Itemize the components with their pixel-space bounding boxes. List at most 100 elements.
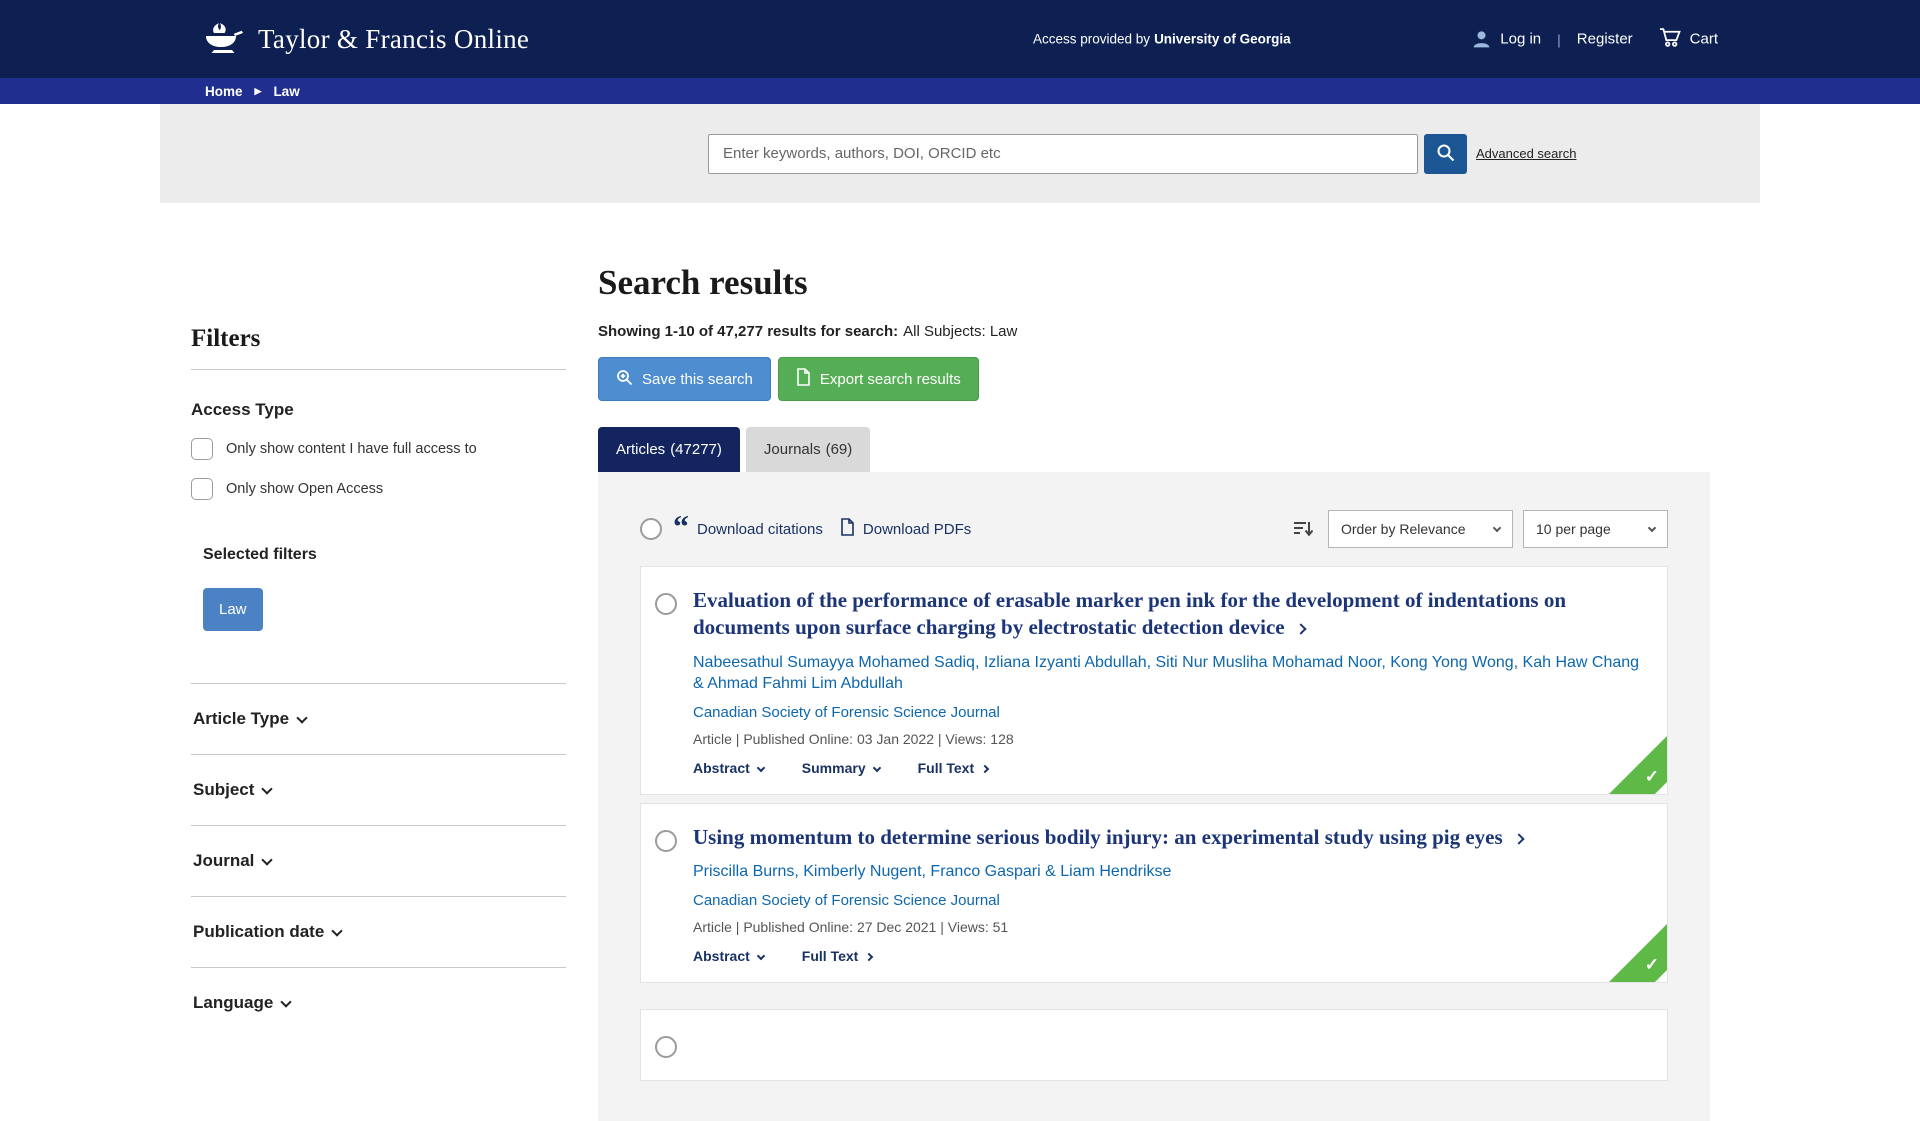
register-link[interactable]: Register: [1577, 31, 1633, 48]
chevron-down-icon: [281, 996, 292, 1007]
chevron-right-icon: [981, 765, 989, 773]
select-all-checkbox[interactable]: [640, 518, 662, 540]
filter-section-journal[interactable]: Journal: [191, 825, 566, 896]
full-text-link[interactable]: Full Text: [918, 760, 989, 776]
open-access-label: Only show Open Access: [226, 481, 383, 497]
tab-articles[interactable]: Articles (47277): [598, 427, 740, 472]
save-search-button[interactable]: Save this search: [598, 357, 771, 401]
cart-link[interactable]: Cart: [1690, 31, 1718, 48]
full-access-checkbox[interactable]: [191, 438, 213, 460]
search-band: Advanced search: [160, 104, 1760, 203]
result-meta: Article | Published Online: 27 Dec 2021 …: [693, 919, 1643, 935]
filters-title: Filters: [191, 325, 566, 353]
results-summary-count: Showing 1-10 of 47,277 results for searc…: [598, 323, 898, 340]
results-toolbar: “ Download citations Download PDFs: [640, 510, 1668, 548]
chevron-down-icon: [332, 925, 343, 936]
result-checkbox[interactable]: [655, 593, 677, 615]
full-access-label: Only show content I have full access to: [226, 441, 477, 457]
download-citations-link[interactable]: “ Download citations: [673, 521, 823, 538]
filter-full-access-option[interactable]: Only show content I have full access to: [191, 438, 566, 460]
search-icon: [1436, 143, 1455, 165]
result-checkbox[interactable]: [655, 830, 677, 852]
result-authors[interactable]: Priscilla Burns, Kimberly Nugent, Franco…: [693, 861, 1643, 883]
abstract-link[interactable]: Abstract: [693, 948, 764, 964]
abstract-link[interactable]: Abstract: [693, 760, 764, 776]
tab-journals[interactable]: Journals (69): [746, 427, 870, 472]
account-divider: |: [1557, 31, 1561, 47]
chevron-right-icon: [1295, 624, 1306, 635]
result-title-link[interactable]: Using momentum to determine serious bodi…: [693, 824, 1643, 851]
access-org: University of Georgia: [1154, 32, 1291, 47]
result-journal-link[interactable]: Canadian Society of Forensic Science Jou…: [693, 892, 1000, 909]
summary-link[interactable]: Summary: [802, 760, 880, 776]
top-header: Taylor & Francis Online Access provided …: [0, 0, 1920, 78]
advanced-search-link[interactable]: Advanced search: [1476, 146, 1576, 161]
check-icon: ✓: [1645, 767, 1659, 787]
tab-articles-count: (47277): [670, 441, 722, 458]
sort-icon[interactable]: [1293, 520, 1313, 538]
save-search-icon: [616, 369, 633, 390]
chevron-down-icon: [262, 854, 273, 865]
result-checkbox[interactable]: [655, 1036, 677, 1058]
result-authors[interactable]: Nabeesathul Sumayya Mohamed Sadiq, Izlia…: [693, 652, 1643, 695]
result-links: Abstract Summary Full Text: [693, 760, 1643, 776]
order-by-select[interactable]: Order by Relevance: [1328, 510, 1513, 548]
access-type-title: Access Type: [191, 400, 566, 420]
quote-icon: “: [673, 521, 689, 537]
chevron-down-icon: [872, 764, 880, 772]
chevron-down-icon: [1648, 523, 1656, 531]
login-link[interactable]: Log in: [1500, 31, 1541, 48]
result-links: Abstract Full Text: [693, 948, 1643, 964]
search-input[interactable]: [708, 134, 1418, 174]
result-card: Using momentum to determine serious bodi…: [640, 803, 1668, 983]
breadcrumb-current[interactable]: Law: [273, 84, 299, 99]
filter-open-access-option[interactable]: Only show Open Access: [191, 478, 566, 500]
results-tabs: Articles (47277) Journals (69): [598, 427, 1710, 472]
result-journal-link[interactable]: Canadian Society of Forensic Science Jou…: [693, 704, 1000, 721]
lamp-logo-icon: [200, 20, 246, 59]
results-summary: Showing 1-10 of 47,277 results for searc…: [598, 323, 1710, 340]
export-file-icon: [796, 368, 811, 390]
chevron-down-icon: [1493, 523, 1501, 531]
access-note: Access provided byUniversity of Georgia: [1033, 32, 1291, 47]
result-meta: Article | Published Online: 03 Jan 2022 …: [693, 731, 1643, 747]
chevron-down-icon: [757, 764, 765, 772]
breadcrumb: Home ▶ Law: [160, 78, 1760, 104]
pdf-icon: [840, 518, 855, 540]
cart-icon: [1659, 27, 1682, 52]
result-card: [640, 1009, 1668, 1081]
search-button[interactable]: [1424, 134, 1467, 174]
filters-divider: [191, 369, 566, 370]
open-access-checkbox[interactable]: [191, 478, 213, 500]
page-title: Search results: [598, 263, 1710, 303]
full-text-link[interactable]: Full Text: [802, 948, 873, 964]
person-icon: [1471, 29, 1492, 50]
result-card: Evaluation of the performance of erasabl…: [640, 566, 1668, 795]
download-pdfs-link[interactable]: Download PDFs: [840, 518, 971, 540]
export-results-button[interactable]: Export search results: [778, 357, 979, 401]
filter-section-subject[interactable]: Subject: [191, 754, 566, 825]
selected-filters-title: Selected filters: [191, 546, 566, 564]
results-main: Search results Showing 1-10 of 47,277 re…: [598, 203, 1710, 1121]
chevron-down-icon: [757, 951, 765, 959]
filter-section-language[interactable]: Language: [191, 967, 566, 1038]
chevron-right-icon: [1513, 833, 1524, 844]
results-panel: “ Download citations Download PDFs: [598, 472, 1710, 1121]
check-icon: ✓: [1645, 955, 1659, 975]
results-summary-query: All Subjects: Law: [903, 323, 1017, 340]
filter-section-article-type[interactable]: Article Type: [191, 683, 566, 754]
breadcrumb-bar: Home ▶ Law: [0, 78, 1920, 104]
result-title-link[interactable]: Evaluation of the performance of erasabl…: [693, 587, 1643, 642]
breadcrumb-arrow-icon: ▶: [255, 87, 262, 96]
selected-filter-chip-law[interactable]: Law: [203, 588, 263, 631]
account-links: Log in | Register Cart: [1471, 27, 1718, 52]
logo-text: Taylor & Francis Online: [258, 24, 529, 55]
filter-sections: Article Type Subject Journal Publication…: [191, 683, 566, 1038]
chevron-right-icon: [865, 952, 873, 960]
chevron-down-icon: [296, 712, 307, 723]
filters-sidebar: Filters Access Type Only show content I …: [191, 203, 566, 1038]
breadcrumb-home[interactable]: Home: [205, 84, 243, 99]
tf-logo[interactable]: Taylor & Francis Online: [200, 20, 529, 59]
filter-section-publication-date[interactable]: Publication date: [191, 896, 566, 967]
per-page-select[interactable]: 10 per page: [1523, 510, 1668, 548]
